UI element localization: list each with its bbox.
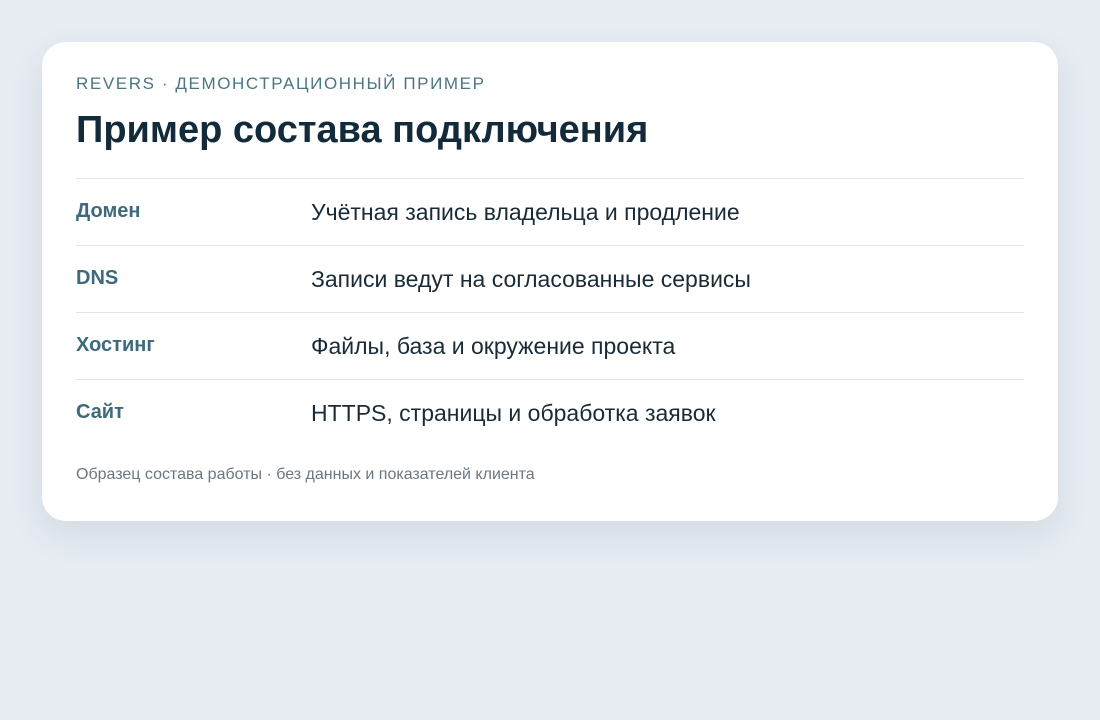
footnote: Образец состава работы · без данных и по… [76, 466, 535, 483]
eyebrow-label: REVERS · ДЕМОНСТРАЦИОННЫЙ ПРИМЕР [76, 74, 486, 93]
connection-card: REVERS · ДЕМОНСТРАЦИОННЫЙ ПРИМЕР Пример … [42, 42, 1058, 521]
list-item-dns: DNS Записи ведут на согласованные сервис… [76, 246, 1024, 313]
row-value: Записи ведут на согласованные сервисы [311, 265, 751, 292]
list-item-domain: Домен Учётная запись владельца и продлен… [76, 179, 1024, 246]
row-label: Сайт [76, 401, 124, 423]
row-label: Хостинг [76, 334, 155, 356]
row-value: Файлы, база и окружение проекта [311, 332, 676, 359]
list-item-hosting: Хостинг Файлы, база и окружение проекта [76, 313, 1024, 380]
page-title: Пример состава подключения [76, 109, 649, 151]
row-label: DNS [76, 267, 119, 289]
list-item-site: Сайт HTTPS, страницы и обработка заявок [76, 380, 1024, 446]
composition-list: Домен Учётная запись владельца и продлен… [76, 178, 1024, 446]
row-value: Учётная запись владельца и продление [311, 198, 740, 225]
row-value: HTTPS, страницы и обработка заявок [311, 399, 716, 426]
row-label: Домен [76, 200, 141, 222]
